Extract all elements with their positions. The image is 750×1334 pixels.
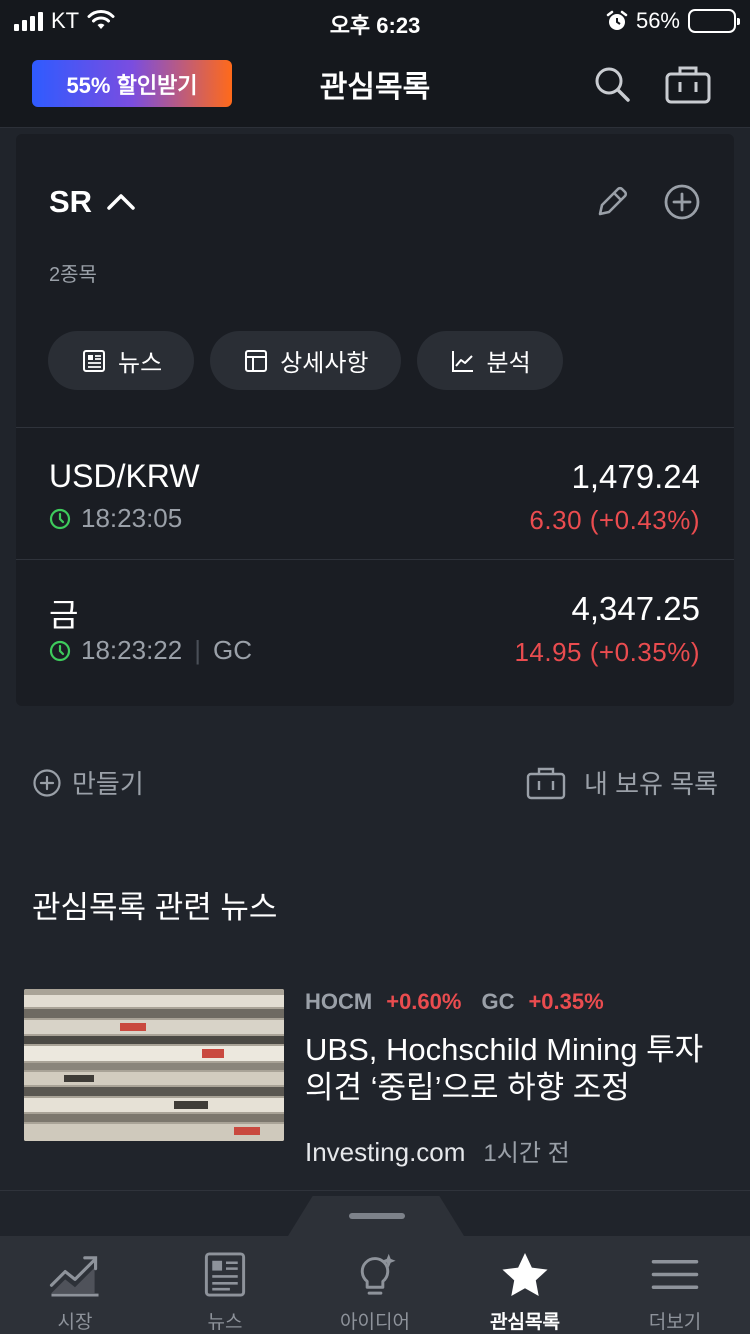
chevron-up-icon	[107, 194, 135, 210]
symbol-count: 2종목	[49, 264, 97, 286]
watchlist-name: SR	[49, 184, 93, 219]
related-news-heading: 관심목록 관련 뉴스	[32, 890, 278, 925]
newspaper-icon	[204, 1252, 246, 1297]
quote-time: 18:23:05	[49, 503, 182, 534]
quote-time: 18:23:22 | GC	[49, 635, 252, 666]
status-bar: KT 오후 6:23 56%	[0, 0, 750, 40]
create-watchlist-label: 만들기	[72, 769, 144, 799]
news-filter-button[interactable]: 뉴스	[48, 331, 195, 390]
tab-label: 뉴스	[207, 1312, 243, 1333]
quote-change-percent: (+0.43%)	[589, 505, 700, 535]
details-filter-label: 상세사항	[280, 350, 369, 377]
page-title: 관심목록	[319, 71, 431, 104]
alarm-icon	[606, 10, 628, 30]
tab-more[interactable]: 더보기	[600, 1236, 750, 1334]
quote-name: USD/KRW	[49, 458, 200, 494]
tab-ideas[interactable]: 아이디어	[300, 1236, 450, 1334]
analysis-filter-label: 분석	[486, 350, 531, 377]
status-right: 56%	[606, 8, 740, 34]
quote-name: 금	[49, 597, 79, 633]
my-holdings-button[interactable]: 내 보유 목록	[526, 764, 718, 801]
quote-change-value: 14.95	[514, 637, 583, 667]
news-article[interactable]: HOCM +0.60% GC +0.35% UBS, Hochschild Mi…	[0, 985, 750, 1191]
watchlist-actions: 만들기 내 보유 목록	[0, 758, 750, 808]
news-related-symbols: HOCM +0.60% GC +0.35%	[305, 989, 610, 1015]
tab-label: 시장	[57, 1312, 93, 1333]
quote-price: 4,347.25	[571, 590, 700, 627]
lightbulb-icon	[360, 1253, 396, 1295]
news-source: Investing.com	[305, 1137, 466, 1167]
news-filter-label: 뉴스	[118, 350, 163, 377]
details-filter-button[interactable]: 상세사항	[210, 331, 401, 390]
edit-pencil-icon[interactable]	[592, 182, 632, 222]
news-meta: Investing.com 1시간 전	[305, 1133, 570, 1168]
add-symbol-icon[interactable]	[662, 182, 702, 222]
analysis-filter-button[interactable]: 분석	[416, 331, 563, 390]
tab-news[interactable]: 뉴스	[150, 1236, 300, 1334]
quote-time-value: 18:23:05	[81, 503, 183, 533]
separator: |	[194, 635, 201, 665]
search-icon[interactable]	[590, 62, 634, 106]
quote-row[interactable]: USD/KRW 18:23:05 1,479.24 6.30 (+0.43%)	[16, 428, 734, 558]
quote-exchange: GC	[212, 635, 252, 665]
news-time: 1시간 전	[483, 1140, 570, 1167]
news-tag-change: +0.60%	[386, 989, 462, 1014]
portfolio-briefcase-icon[interactable]	[664, 62, 712, 106]
drag-handle[interactable]	[349, 1213, 405, 1219]
briefcase-icon	[526, 767, 566, 799]
news-tag-symbol[interactable]: GC	[481, 989, 514, 1015]
watchlist-name-toggle[interactable]: SR	[49, 184, 136, 220]
battery-icon	[688, 9, 740, 33]
tab-label: 더보기	[648, 1312, 702, 1333]
battery-percent: 56%	[635, 8, 680, 33]
table-icon	[245, 349, 268, 372]
create-watchlist-button[interactable]: 만들기	[32, 764, 144, 801]
quote-price: 1,479.24	[571, 458, 700, 495]
chart-icon	[451, 350, 473, 372]
tab-watchlist[interactable]: 관심목록	[450, 1236, 600, 1334]
my-holdings-label: 내 보유 목록	[583, 769, 718, 799]
market-chart-icon	[49, 1256, 99, 1297]
bottom-tab-bar: 시장 뉴스 아이디어 관심목록 더보기	[0, 1236, 750, 1334]
bottom-drawer-handle[interactable]	[0, 1196, 750, 1236]
add-circle-icon	[33, 768, 61, 797]
quote-row[interactable]: 금 18:23:22 | GC 4,347.25 14.95 (+0.35%)	[16, 560, 734, 690]
watchlist-action-buttons: 뉴스 상세사항 분석	[48, 331, 563, 390]
tab-label: 아이디어	[340, 1312, 410, 1333]
tab-market[interactable]: 시장	[0, 1236, 150, 1334]
news-title[interactable]: UBS, Hochschild Mining 투자의견 ‘중립’으로 하향 조정	[305, 1031, 725, 1107]
watchlist-card: SR 2종목 뉴스 상세사항 분석 USD/KRW 18:23:05 1,479…	[16, 134, 734, 706]
menu-icon	[651, 1260, 699, 1289]
quote-change: 14.95 (+0.35%)	[514, 637, 700, 668]
quote-change-percent: (+0.35%)	[589, 637, 700, 667]
news-tag-symbol[interactable]: HOCM	[305, 989, 372, 1015]
clock-icon	[49, 640, 71, 661]
quote-change-value: 6.30	[529, 505, 583, 535]
news-tag-change: +0.35%	[528, 989, 604, 1014]
quote-change: 6.30 (+0.43%)	[529, 505, 700, 536]
clock-icon	[49, 508, 71, 529]
news-thumbnail-newspapers	[24, 989, 284, 1141]
newspaper-icon	[83, 349, 105, 372]
star-icon	[502, 1252, 548, 1297]
quote-time-value: 18:23:22	[81, 635, 183, 665]
tab-label: 관심목록	[490, 1312, 560, 1333]
app-header: 55% 할인받기 관심목록	[0, 40, 750, 128]
